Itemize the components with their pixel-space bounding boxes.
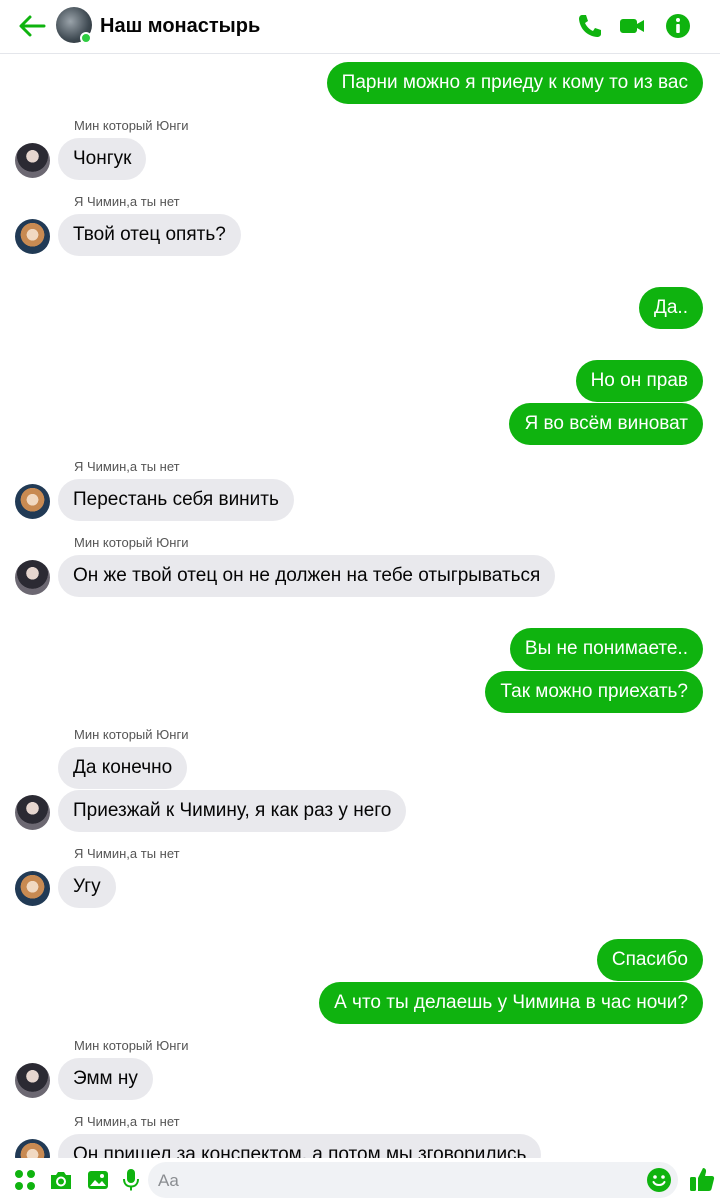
- message-bubble-incoming[interactable]: Твой отец опять?: [58, 214, 241, 256]
- avatar-jimin[interactable]: [15, 484, 50, 519]
- avatar-yoongi[interactable]: [15, 560, 50, 595]
- message-bubble-outgoing[interactable]: Да..: [639, 287, 703, 329]
- avatar-jimin[interactable]: [15, 219, 50, 254]
- sender-name: Мин который Юнги: [74, 727, 189, 742]
- camera-icon[interactable]: [48, 1167, 74, 1193]
- message-bubble-outgoing[interactable]: Парни можно я приеду к кому то из вас: [326, 62, 703, 104]
- message-bubble-incoming[interactable]: Эмм ну: [58, 1058, 153, 1100]
- avatar-jimin[interactable]: [15, 871, 50, 906]
- avatar-yoongi[interactable]: [15, 143, 50, 178]
- message-input-placeholder: Aa: [158, 1171, 179, 1190]
- message-bubble-incoming[interactable]: Да конечно: [58, 747, 188, 789]
- sender-name: Я Чимин,а ты нет: [74, 846, 180, 861]
- message-bubble-incoming[interactable]: Приезжай к Чимину, я как раз у него: [58, 790, 407, 832]
- online-status-dot: [80, 32, 92, 44]
- message-bubble-outgoing[interactable]: А что ты делаешь у Чимина в час ночи?: [319, 982, 703, 1024]
- video-camera-icon[interactable]: [618, 12, 646, 40]
- phone-icon[interactable]: [576, 12, 604, 40]
- sender-name: Я Чимин,а ты нет: [74, 1114, 180, 1129]
- grid-dots-icon[interactable]: [12, 1167, 38, 1193]
- message-input-bar: Aa: [0, 1158, 720, 1200]
- sender-name: Мин который Юнги: [74, 118, 189, 133]
- message-bubble-outgoing[interactable]: Я во всём виноват: [509, 403, 703, 445]
- message-bubble-incoming[interactable]: Перестань себя винить: [58, 479, 294, 521]
- avatar-yoongi[interactable]: [15, 795, 50, 830]
- message-bubble-outgoing[interactable]: Вы не понимаете..: [509, 628, 703, 670]
- image-icon[interactable]: [85, 1167, 111, 1193]
- microphone-icon[interactable]: [118, 1167, 144, 1193]
- message-bubble-outgoing[interactable]: Спасибо: [596, 939, 703, 981]
- chat-title[interactable]: Наш монастырь: [100, 15, 260, 38]
- sender-name: Я Чимин,а ты нет: [74, 194, 180, 209]
- thumbs-up-icon[interactable]: [688, 1165, 716, 1193]
- chat-header: Наш монастырь: [0, 0, 720, 54]
- back-arrow-icon[interactable]: [16, 12, 48, 40]
- message-bubble-incoming[interactable]: Угу: [58, 866, 116, 908]
- message-bubble-outgoing[interactable]: Но он прав: [575, 360, 703, 402]
- info-icon[interactable]: [664, 12, 692, 40]
- smiley-icon[interactable]: [646, 1167, 672, 1193]
- message-bubble-incoming[interactable]: Чонгук: [58, 138, 147, 180]
- message-bubble-incoming[interactable]: Он же твой отец он не должен на тебе оты…: [58, 555, 556, 597]
- message-bubble-outgoing[interactable]: Так можно приехать?: [485, 671, 703, 713]
- sender-name: Я Чимин,а ты нет: [74, 459, 180, 474]
- avatar-yoongi[interactable]: [15, 1063, 50, 1098]
- message-input[interactable]: Aa: [148, 1162, 678, 1198]
- sender-name: Мин который Юнги: [74, 535, 189, 550]
- sender-name: Мин который Юнги: [74, 1038, 189, 1053]
